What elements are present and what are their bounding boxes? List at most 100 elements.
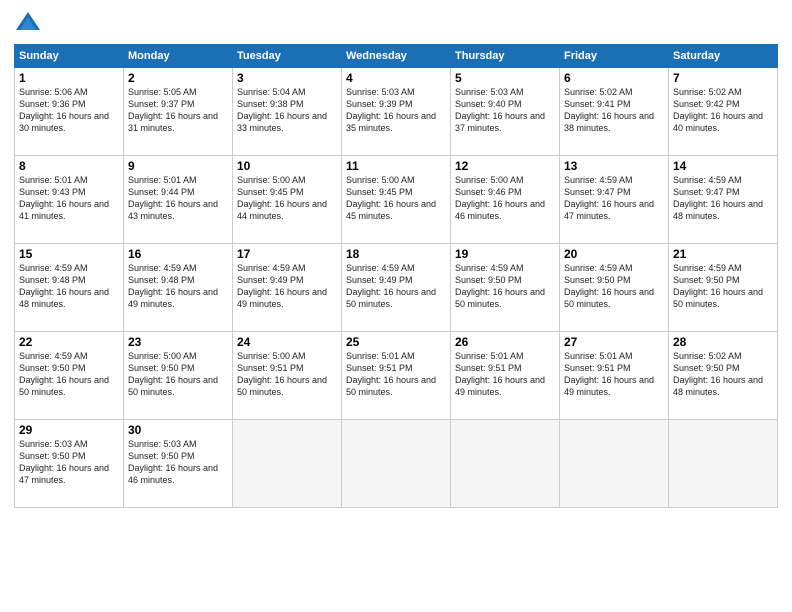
calendar-cell: 18Sunrise: 4:59 AMSunset: 9:49 PMDayligh…	[342, 244, 451, 332]
day-detail: Sunrise: 5:01 AMSunset: 9:43 PMDaylight:…	[19, 174, 119, 223]
day-detail: Sunrise: 5:06 AMSunset: 9:36 PMDaylight:…	[19, 86, 119, 135]
calendar-cell: 2Sunrise: 5:05 AMSunset: 9:37 PMDaylight…	[124, 68, 233, 156]
calendar-cell: 3Sunrise: 5:04 AMSunset: 9:38 PMDaylight…	[233, 68, 342, 156]
calendar-cell: 23Sunrise: 5:00 AMSunset: 9:50 PMDayligh…	[124, 332, 233, 420]
calendar-cell: 19Sunrise: 4:59 AMSunset: 9:50 PMDayligh…	[451, 244, 560, 332]
calendar-cell	[451, 420, 560, 508]
day-detail: Sunrise: 5:03 AMSunset: 9:39 PMDaylight:…	[346, 86, 446, 135]
calendar-table: SundayMondayTuesdayWednesdayThursdayFrid…	[14, 44, 778, 508]
calendar-cell: 29Sunrise: 5:03 AMSunset: 9:50 PMDayligh…	[15, 420, 124, 508]
day-number: 22	[19, 335, 119, 349]
day-detail: Sunrise: 5:05 AMSunset: 9:37 PMDaylight:…	[128, 86, 228, 135]
day-detail: Sunrise: 4:59 AMSunset: 9:50 PMDaylight:…	[19, 350, 119, 399]
day-number: 8	[19, 159, 119, 173]
calendar-cell	[560, 420, 669, 508]
day-detail: Sunrise: 4:59 AMSunset: 9:50 PMDaylight:…	[564, 262, 664, 311]
day-detail: Sunrise: 5:00 AMSunset: 9:46 PMDaylight:…	[455, 174, 555, 223]
day-number: 6	[564, 71, 664, 85]
calendar-cell: 17Sunrise: 4:59 AMSunset: 9:49 PMDayligh…	[233, 244, 342, 332]
day-number: 15	[19, 247, 119, 261]
day-number: 7	[673, 71, 773, 85]
calendar-cell: 14Sunrise: 4:59 AMSunset: 9:47 PMDayligh…	[669, 156, 778, 244]
day-detail: Sunrise: 5:00 AMSunset: 9:45 PMDaylight:…	[346, 174, 446, 223]
page: SundayMondayTuesdayWednesdayThursdayFrid…	[0, 0, 792, 612]
day-detail: Sunrise: 5:01 AMSunset: 9:44 PMDaylight:…	[128, 174, 228, 223]
calendar-week-2: 8Sunrise: 5:01 AMSunset: 9:43 PMDaylight…	[15, 156, 778, 244]
weekday-wednesday: Wednesday	[342, 45, 451, 68]
calendar-cell	[233, 420, 342, 508]
day-number: 12	[455, 159, 555, 173]
weekday-saturday: Saturday	[669, 45, 778, 68]
calendar-cell: 9Sunrise: 5:01 AMSunset: 9:44 PMDaylight…	[124, 156, 233, 244]
day-detail: Sunrise: 4:59 AMSunset: 9:49 PMDaylight:…	[237, 262, 337, 311]
day-number: 23	[128, 335, 228, 349]
calendar-week-3: 15Sunrise: 4:59 AMSunset: 9:48 PMDayligh…	[15, 244, 778, 332]
logo	[14, 10, 44, 38]
calendar-cell: 6Sunrise: 5:02 AMSunset: 9:41 PMDaylight…	[560, 68, 669, 156]
calendar-cell: 20Sunrise: 4:59 AMSunset: 9:50 PMDayligh…	[560, 244, 669, 332]
day-number: 16	[128, 247, 228, 261]
calendar-cell: 26Sunrise: 5:01 AMSunset: 9:51 PMDayligh…	[451, 332, 560, 420]
day-number: 24	[237, 335, 337, 349]
calendar-week-1: 1Sunrise: 5:06 AMSunset: 9:36 PMDaylight…	[15, 68, 778, 156]
calendar-cell: 7Sunrise: 5:02 AMSunset: 9:42 PMDaylight…	[669, 68, 778, 156]
calendar-cell: 27Sunrise: 5:01 AMSunset: 9:51 PMDayligh…	[560, 332, 669, 420]
day-number: 5	[455, 71, 555, 85]
day-detail: Sunrise: 5:03 AMSunset: 9:50 PMDaylight:…	[128, 438, 228, 487]
day-detail: Sunrise: 4:59 AMSunset: 9:50 PMDaylight:…	[455, 262, 555, 311]
calendar-cell: 24Sunrise: 5:00 AMSunset: 9:51 PMDayligh…	[233, 332, 342, 420]
calendar-cell: 5Sunrise: 5:03 AMSunset: 9:40 PMDaylight…	[451, 68, 560, 156]
calendar-cell: 12Sunrise: 5:00 AMSunset: 9:46 PMDayligh…	[451, 156, 560, 244]
calendar-cell	[342, 420, 451, 508]
day-detail: Sunrise: 4:59 AMSunset: 9:47 PMDaylight:…	[564, 174, 664, 223]
day-detail: Sunrise: 4:59 AMSunset: 9:47 PMDaylight:…	[673, 174, 773, 223]
day-number: 14	[673, 159, 773, 173]
day-number: 13	[564, 159, 664, 173]
day-detail: Sunrise: 5:03 AMSunset: 9:40 PMDaylight:…	[455, 86, 555, 135]
calendar-cell	[669, 420, 778, 508]
day-number: 19	[455, 247, 555, 261]
calendar-cell: 11Sunrise: 5:00 AMSunset: 9:45 PMDayligh…	[342, 156, 451, 244]
calendar-cell: 10Sunrise: 5:00 AMSunset: 9:45 PMDayligh…	[233, 156, 342, 244]
calendar-cell: 21Sunrise: 4:59 AMSunset: 9:50 PMDayligh…	[669, 244, 778, 332]
weekday-tuesday: Tuesday	[233, 45, 342, 68]
day-detail: Sunrise: 4:59 AMSunset: 9:48 PMDaylight:…	[19, 262, 119, 311]
calendar-cell: 28Sunrise: 5:02 AMSunset: 9:50 PMDayligh…	[669, 332, 778, 420]
day-number: 10	[237, 159, 337, 173]
calendar-cell: 16Sunrise: 4:59 AMSunset: 9:48 PMDayligh…	[124, 244, 233, 332]
weekday-thursday: Thursday	[451, 45, 560, 68]
day-number: 3	[237, 71, 337, 85]
calendar-cell: 25Sunrise: 5:01 AMSunset: 9:51 PMDayligh…	[342, 332, 451, 420]
day-detail: Sunrise: 5:02 AMSunset: 9:42 PMDaylight:…	[673, 86, 773, 135]
day-detail: Sunrise: 5:00 AMSunset: 9:45 PMDaylight:…	[237, 174, 337, 223]
logo-icon	[14, 10, 42, 38]
calendar-cell: 15Sunrise: 4:59 AMSunset: 9:48 PMDayligh…	[15, 244, 124, 332]
day-number: 29	[19, 423, 119, 437]
day-detail: Sunrise: 4:59 AMSunset: 9:50 PMDaylight:…	[673, 262, 773, 311]
day-number: 27	[564, 335, 664, 349]
header	[14, 10, 778, 38]
day-detail: Sunrise: 4:59 AMSunset: 9:49 PMDaylight:…	[346, 262, 446, 311]
day-number: 17	[237, 247, 337, 261]
day-number: 18	[346, 247, 446, 261]
day-number: 20	[564, 247, 664, 261]
calendar-cell: 8Sunrise: 5:01 AMSunset: 9:43 PMDaylight…	[15, 156, 124, 244]
day-detail: Sunrise: 5:01 AMSunset: 9:51 PMDaylight:…	[455, 350, 555, 399]
calendar-week-5: 29 Sunrise: 5:03 AMSunset: 9:50 PMDayligh…	[15, 420, 778, 508]
day-number: 30	[128, 423, 228, 437]
day-number: 4	[346, 71, 446, 85]
day-detail: Sunrise: 5:00 AMSunset: 9:50 PMDaylight:…	[128, 350, 228, 399]
calendar-week-4: 22Sunrise: 4:59 AMSunset: 9:50 PMDayligh…	[15, 332, 778, 420]
weekday-sunday: Sunday	[15, 45, 124, 68]
day-number: 2	[128, 71, 228, 85]
calendar-cell: 22Sunrise: 4:59 AMSunset: 9:50 PMDayligh…	[15, 332, 124, 420]
day-detail: Sunrise: 5:04 AMSunset: 9:38 PMDaylight:…	[237, 86, 337, 135]
calendar-cell: 1Sunrise: 5:06 AMSunset: 9:36 PMDaylight…	[15, 68, 124, 156]
day-number: 26	[455, 335, 555, 349]
weekday-monday: Monday	[124, 45, 233, 68]
calendar-cell: 13Sunrise: 4:59 AMSunset: 9:47 PMDayligh…	[560, 156, 669, 244]
day-number: 11	[346, 159, 446, 173]
day-detail: Sunrise: 4:59 AMSunset: 9:48 PMDaylight:…	[128, 262, 228, 311]
day-detail: Sunrise: 5:01 AMSunset: 9:51 PMDaylight:…	[564, 350, 664, 399]
day-number: 9	[128, 159, 228, 173]
